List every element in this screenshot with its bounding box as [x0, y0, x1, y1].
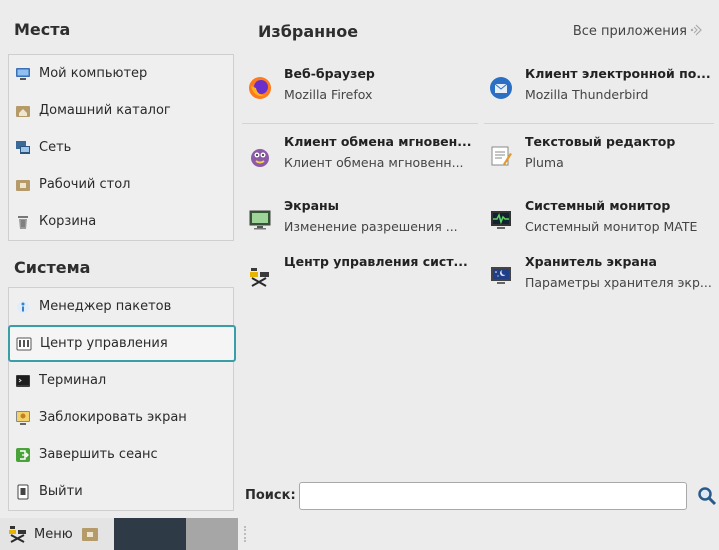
- main-menu-window: Места Мой компьютер Домашний каталог Сет…: [0, 0, 719, 518]
- app-description: Параметры хранителя экр...: [525, 275, 712, 290]
- places-item-trash[interactable]: Корзина: [9, 203, 233, 240]
- home-folder-icon: [15, 103, 31, 119]
- app-name: Центр управления сист...: [284, 254, 468, 269]
- system-item-control-center[interactable]: Центр управления: [8, 325, 236, 362]
- places-item-label: Домашний каталог: [39, 103, 171, 118]
- system-item-package-manager[interactable]: Менеджер пакетов: [9, 288, 233, 325]
- app-name: Текстовый редактор: [525, 134, 676, 149]
- logout-icon: [15, 447, 31, 463]
- taskbar-menu-label: Меню: [34, 526, 73, 542]
- taskbar-workspace-1[interactable]: [114, 518, 186, 550]
- alt-control-center-icon: [248, 264, 272, 288]
- system-item-terminal[interactable]: Терминал: [9, 362, 233, 399]
- screensaver-icon: [489, 264, 513, 288]
- app-email-client[interactable]: Клиент электронной по... Mozilla Thunder…: [489, 66, 719, 122]
- app-system-control-center[interactable]: Центр управления сист...: [248, 254, 478, 310]
- system-group: Менеджер пакетов Центр управления Термин…: [8, 287, 236, 511]
- system-heading: Система: [14, 258, 91, 277]
- places-item-desktop[interactable]: Рабочий стол: [9, 166, 233, 203]
- quit-icon: [15, 484, 31, 500]
- app-displays[interactable]: Экраны Изменение разрешения ...: [248, 198, 478, 254]
- search-label: Поиск:: [245, 488, 296, 503]
- app-description: Mozilla Thunderbird: [525, 87, 649, 102]
- system-monitor-icon: [489, 208, 513, 232]
- places-item-label: Рабочий стол: [39, 177, 131, 192]
- search-icon[interactable]: [697, 486, 717, 506]
- system-item-quit[interactable]: Выйти: [9, 473, 233, 510]
- all-apps-button[interactable]: Все приложения: [573, 24, 687, 39]
- desktop-folder-icon[interactable]: [81, 525, 99, 543]
- thunderbird-icon: [489, 76, 513, 100]
- system-item-label: Завершить сеанс: [39, 447, 158, 462]
- app-description: Системный монитор MATE: [525, 219, 698, 234]
- system-item-logout[interactable]: Завершить сеанс: [9, 436, 233, 473]
- system-item-label: Менеджер пакетов: [39, 299, 172, 314]
- trash-icon: [15, 214, 31, 230]
- app-name: Системный монитор: [525, 198, 671, 213]
- places-heading: Места: [14, 20, 71, 39]
- favorites-panel: Избранное Все приложения Веб-браузер Moz…: [238, 0, 719, 518]
- app-description: Pluma: [525, 155, 564, 170]
- network-icon: [15, 140, 31, 156]
- lock-screen-icon: [15, 410, 31, 426]
- alt-logo-icon: [8, 524, 28, 544]
- system-item-label: Заблокировать экран: [39, 410, 187, 425]
- app-name: Клиент электронной по...: [525, 66, 711, 81]
- app-system-monitor[interactable]: Системный монитор Системный монитор MATE: [489, 198, 719, 254]
- taskbar: Меню: [0, 518, 719, 550]
- chevron-right-icon[interactable]: [689, 22, 705, 42]
- favorites-heading: Избранное: [258, 22, 359, 41]
- system-item-label: Терминал: [39, 373, 107, 388]
- places-item-home[interactable]: Домашний каталог: [9, 92, 233, 129]
- taskbar-grip-handle[interactable]: [244, 526, 248, 542]
- pidgin-icon: [248, 144, 272, 168]
- app-description: Клиент обмена мгновенн...: [284, 155, 464, 170]
- places-group: Мой компьютер Домашний каталог Сеть Рабо…: [8, 54, 234, 241]
- system-item-lock-screen[interactable]: Заблокировать экран: [9, 399, 233, 436]
- app-instant-messenger[interactable]: Клиент обмена мгновен... Клиент обмена м…: [248, 134, 478, 190]
- app-name: Экраны: [284, 198, 339, 213]
- app-screensaver[interactable]: Хранитель экрана Параметры хранителя экр…: [489, 254, 719, 310]
- desktop-folder-icon: [15, 177, 31, 193]
- app-description: Mozilla Firefox: [284, 87, 373, 102]
- app-name: Веб-браузер: [284, 66, 375, 81]
- firefox-icon: [248, 76, 272, 100]
- system-item-label: Центр управления: [40, 336, 168, 351]
- search-input[interactable]: [299, 482, 687, 510]
- taskbar-window-list: [238, 518, 719, 550]
- app-name: Хранитель экрана: [525, 254, 657, 269]
- favorites-separator: [484, 123, 714, 124]
- displays-icon: [248, 208, 272, 232]
- terminal-icon: [15, 373, 31, 389]
- places-item-label: Сеть: [39, 140, 72, 155]
- package-manager-icon: [15, 299, 31, 315]
- places-item-network[interactable]: Сеть: [9, 129, 233, 166]
- app-web-browser[interactable]: Веб-браузер Mozilla Firefox: [248, 66, 478, 122]
- places-item-label: Мой компьютер: [39, 66, 148, 81]
- left-column: Места Мой компьютер Домашний каталог Сет…: [0, 0, 238, 518]
- app-description: Изменение разрешения ...: [284, 219, 458, 234]
- text-editor-icon: [489, 144, 513, 168]
- app-text-editor[interactable]: Текстовый редактор Pluma: [489, 134, 719, 190]
- control-center-icon: [16, 336, 32, 352]
- favorites-separator: [242, 123, 478, 124]
- places-item-computer[interactable]: Мой компьютер: [9, 55, 233, 92]
- computer-icon: [15, 66, 31, 82]
- taskbar-workspace-2[interactable]: [186, 518, 238, 550]
- system-item-label: Выйти: [39, 484, 83, 499]
- app-name: Клиент обмена мгновен...: [284, 134, 472, 149]
- taskbar-menu-button[interactable]: Меню: [0, 518, 114, 550]
- places-item-label: Корзина: [39, 214, 97, 229]
